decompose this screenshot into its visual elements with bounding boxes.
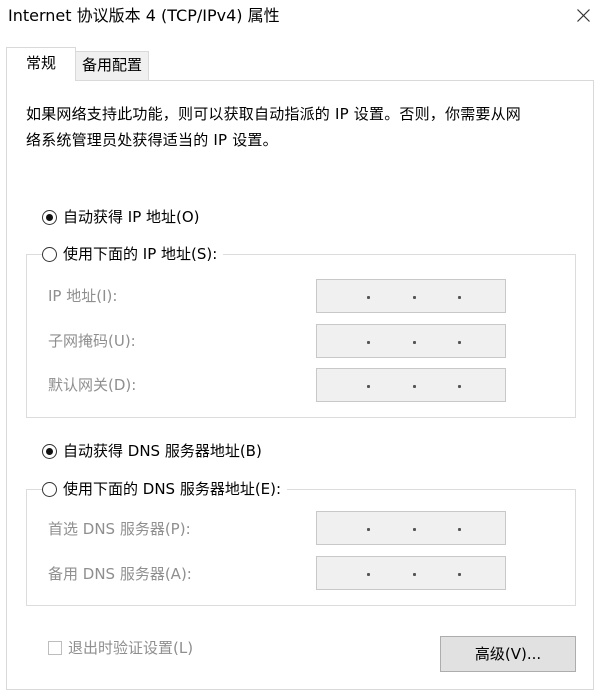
radio-manual-dns-label: 使用下面的 DNS 服务器地址(E): [63, 480, 282, 498]
window-title: Internet 协议版本 4 (TCP/IPv4) 属性 [8, 6, 280, 25]
preferred-dns-input[interactable] [316, 511, 506, 545]
tab-general-label: 常规 [25, 54, 56, 72]
title-bar: Internet 协议版本 4 (TCP/IPv4) 属性 [0, 0, 600, 34]
validate-settings-label: 退出时验证设置(L) [68, 639, 194, 657]
ip-address-label: IP 地址(I): [48, 287, 118, 305]
description-line-2: 络系统管理员处获得适当的 IP 设置。 [26, 131, 278, 149]
radio-manual-ip[interactable]: 使用下面的 IP 地址(S): [42, 244, 224, 264]
alternate-dns-input[interactable] [316, 556, 506, 590]
radio-manual-dns-indicator [42, 481, 57, 497]
default-gateway-label: 默认网关(D): [48, 376, 137, 394]
description-text: 如果网络支持此功能，则可以获取自动指派的 IP 设置。否则，你需要从网 络系统管… [26, 101, 576, 153]
radio-auto-dns[interactable]: 自动获得 DNS 服务器地址(B) [42, 441, 268, 461]
tab-alternate-config-label: 备用配置 [81, 56, 142, 74]
validate-settings-checkbox[interactable]: 退出时验证设置(L) [48, 638, 193, 658]
advanced-button[interactable]: 高级(V)... [440, 636, 576, 672]
radio-manual-ip-indicator [42, 246, 57, 262]
radio-manual-ip-label: 使用下面的 IP 地址(S): [63, 245, 218, 263]
radio-auto-dns-indicator [42, 443, 57, 459]
radio-auto-dns-label: 自动获得 DNS 服务器地址(B) [63, 442, 262, 460]
tab-alternate-config[interactable]: 备用配置 [76, 51, 149, 81]
radio-auto-ip-label: 自动获得 IP 地址(O) [63, 208, 200, 226]
subnet-mask-label: 子网掩码(U): [48, 332, 136, 350]
preferred-dns-label: 首选 DNS 服务器(P): [48, 520, 191, 538]
radio-auto-ip-indicator [42, 209, 57, 225]
default-gateway-input[interactable] [316, 368, 506, 402]
tab-general[interactable]: 常规 [6, 47, 76, 81]
close-icon [577, 9, 590, 22]
subnet-mask-input[interactable] [316, 324, 506, 358]
radio-manual-dns[interactable]: 使用下面的 DNS 服务器地址(E): [42, 479, 288, 499]
radio-auto-ip[interactable]: 自动获得 IP 地址(O) [42, 207, 206, 227]
alternate-dns-label: 备用 DNS 服务器(A): [48, 565, 192, 583]
close-button[interactable] [566, 0, 600, 32]
ip-address-input[interactable] [316, 279, 506, 313]
description-line-1: 如果网络支持此功能，则可以获取自动指派的 IP 设置。否则，你需要从网 [26, 105, 522, 123]
validate-settings-checkbox-box [48, 641, 62, 655]
